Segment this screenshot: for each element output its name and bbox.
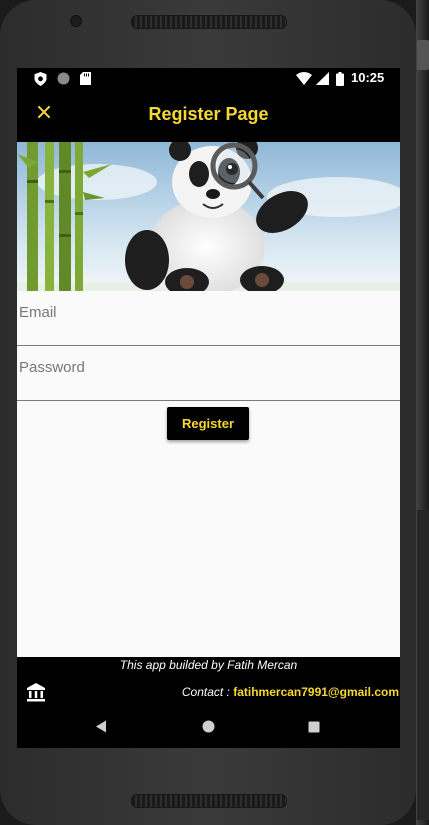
wifi-icon bbox=[296, 72, 312, 88]
phone-edge bbox=[416, 0, 429, 825]
clock: 10:25 bbox=[351, 70, 385, 85]
register-button[interactable]: Register bbox=[167, 407, 249, 440]
power-button bbox=[417, 40, 429, 70]
battery-icon bbox=[336, 72, 344, 89]
status-bar: 10:25 bbox=[17, 68, 400, 90]
footer: This app builded by Fatih Mercan Contact… bbox=[17, 657, 400, 702]
home-icon[interactable] bbox=[202, 718, 215, 737]
app-screen: 10:25 Register Page Email Register This … bbox=[17, 68, 400, 748]
sd-card-icon bbox=[80, 72, 91, 88]
front-camera bbox=[70, 15, 82, 27]
contact-label: Contact : bbox=[181, 685, 234, 699]
password-field-container bbox=[17, 346, 400, 401]
email-field-container bbox=[17, 291, 400, 346]
back-icon[interactable] bbox=[95, 718, 107, 737]
page-title: Register Page bbox=[148, 104, 269, 124]
navigation-bar bbox=[17, 702, 400, 748]
email-field[interactable] bbox=[17, 303, 391, 322]
top-speaker bbox=[131, 15, 287, 29]
bank-icon[interactable] bbox=[26, 682, 46, 702]
recents-icon[interactable] bbox=[308, 718, 320, 737]
footer-credit: This app builded by Fatih Mercan bbox=[119, 658, 298, 672]
panda-banner-image bbox=[17, 137, 400, 296]
contact-email-link[interactable]: fatihmercan7991@gmail.com bbox=[233, 685, 399, 699]
shield-icon bbox=[34, 72, 47, 89]
circle-icon bbox=[57, 72, 70, 88]
app-bar: Register Page bbox=[17, 90, 400, 142]
bottom-speaker bbox=[131, 794, 287, 808]
signal-icon bbox=[316, 72, 329, 88]
footer-contact: Contact : fatihmercan7991@gmail.com bbox=[182, 685, 399, 699]
background-window-edge bbox=[417, 510, 429, 820]
password-field[interactable] bbox=[17, 358, 391, 377]
